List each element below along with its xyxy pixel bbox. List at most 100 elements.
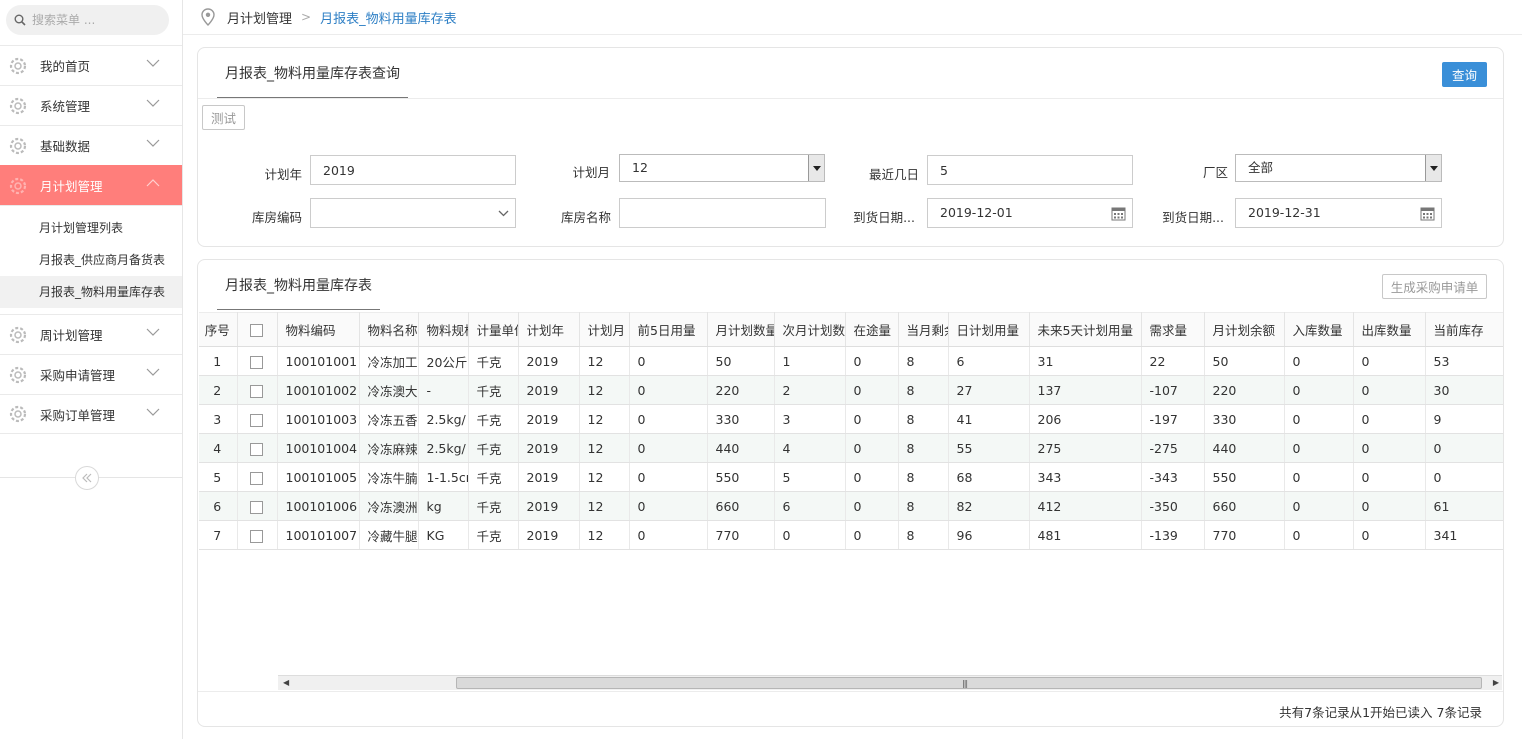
select-all-checkbox[interactable] — [250, 324, 263, 337]
sidebar-subitem-supplier-monthly-stock[interactable]: 月报表_供应商月备货表 — [0, 244, 182, 276]
calendar-icon — [1420, 207, 1435, 221]
column-header[interactable]: 月计划余额 — [1204, 312, 1285, 347]
row-checkbox-cell[interactable] — [237, 375, 278, 405]
table-row[interactable]: 1 100101001 冷冻加工 20公斤 千克 2019 12 0 50 1 0 8 6 31 22 50 0… — [199, 346, 1503, 376]
column-header[interactable]: 入库数量 — [1284, 312, 1354, 347]
row-number-cell: 7 — [199, 520, 238, 550]
column-header[interactable]: 前5日用量 — [629, 312, 708, 347]
menu-search-input[interactable] — [30, 12, 160, 28]
row-checkbox-cell[interactable] — [237, 433, 278, 463]
table-cell: 50 — [1204, 346, 1285, 376]
row-checkbox[interactable] — [250, 471, 263, 485]
tab-grid[interactable]: 月报表_物料用量库存表 — [217, 260, 380, 310]
sidebar-item-weekly-plan[interactable]: 周计划管理 — [0, 314, 182, 354]
row-checkbox[interactable] — [250, 442, 263, 456]
table-cell: 206 — [1029, 404, 1142, 434]
column-header[interactable]: 未来5天计划用量 — [1029, 312, 1142, 347]
sidebar-subitem-material-usage-inventory[interactable]: 月报表_物料用量库存表 — [0, 276, 182, 308]
table-row[interactable]: 4 100101004 冷冻麻辣 2.5kg/千克 2019 12 0 440 4 0 8 55 275… — [199, 433, 1503, 463]
column-header[interactable]: 物料名称 — [359, 312, 419, 347]
table-row[interactable]: 2 100101002 冷冻澳大 - 千克 2019 12 0 220 2 0 8 27 137 -107 2… — [199, 375, 1503, 405]
column-header[interactable]: 物料编码 — [277, 312, 360, 347]
breadcrumb-parent[interactable]: 月计划管理 — [227, 8, 292, 27]
gear-icon — [9, 137, 27, 154]
scroll-right-arrow-icon[interactable]: ▶ — [1493, 678, 1499, 687]
table-cell: 341 — [1425, 520, 1503, 550]
table-cell: 0 — [629, 375, 708, 405]
table-cell: 0 — [1353, 346, 1426, 376]
arrival-date-to-input[interactable]: 2019-12-31 — [1235, 198, 1442, 228]
row-checkbox-cell[interactable] — [237, 491, 278, 521]
column-header[interactable]: 日计划用量 — [948, 312, 1030, 347]
table-cell: 0 — [845, 375, 899, 405]
table-cell: 137 — [1029, 375, 1142, 405]
column-header[interactable]: 计量单位 — [468, 312, 519, 347]
row-checkbox[interactable] — [250, 413, 263, 427]
row-checkbox-cell[interactable] — [237, 520, 278, 550]
sidebar-collapse-button[interactable] — [75, 466, 99, 490]
table-cell: 0 — [1425, 433, 1503, 463]
chevron-down-icon — [498, 210, 509, 217]
sidebar-subitem-monthly-plan-list[interactable]: 月计划管理列表 — [0, 212, 182, 244]
column-header[interactable]: 在途量 — [845, 312, 899, 347]
arrival-date-from-input[interactable]: 2019-12-01 — [927, 198, 1133, 228]
query-button[interactable]: 查询 — [1442, 62, 1487, 87]
horizontal-scrollbar[interactable]: ◀ ||| ▶ — [278, 675, 1502, 690]
column-header[interactable]: 需求量 — [1141, 312, 1205, 347]
column-header[interactable]: 计划月 — [579, 312, 630, 347]
row-checkbox[interactable] — [250, 355, 263, 369]
column-header[interactable]: 当月剩余 — [898, 312, 949, 347]
sidebar-item-label: 基础数据 — [40, 139, 91, 154]
table-cell: 275 — [1029, 433, 1142, 463]
row-checkbox[interactable] — [250, 384, 263, 398]
table-cell: -275 — [1141, 433, 1205, 463]
dropdown-arrow-icon — [1425, 155, 1441, 181]
scrollbar-thumb[interactable]: ||| — [456, 677, 1482, 689]
generate-purchase-request-button[interactable]: 生成采购申请单 — [1382, 274, 1487, 299]
sidebar-item-purchase-request[interactable]: 采购申请管理 — [0, 354, 182, 394]
sidebar-item-monthly-plan[interactable]: 月计划管理 — [0, 165, 182, 205]
column-header[interactable]: 次月计划数量 — [774, 312, 846, 347]
sidebar-item-label: 月计划管理 — [40, 179, 103, 194]
sidebar-item-purchase-order[interactable]: 采购订单管理 — [0, 394, 182, 434]
table-cell: -139 — [1141, 520, 1205, 550]
sidebar-item-basic-data[interactable]: 基础数据 — [0, 125, 182, 165]
column-header[interactable]: 月计划数量 — [707, 312, 775, 347]
table-row[interactable]: 7 100101007 冷藏牛腿 KG 千克 2019 12 0 770 0 0 8 96 481 -139… — [199, 520, 1503, 550]
warehouse-name-input[interactable] — [619, 198, 826, 228]
row-checkbox-cell[interactable] — [237, 404, 278, 434]
table-cell: 9 — [1425, 404, 1503, 434]
table-cell: -343 — [1141, 462, 1205, 492]
table-cell: 100101005 — [277, 462, 360, 492]
sidebar-menu: 我的首页 系统管理 基础数据 月计划管理 月计划管理列表 月报表_供应商月备货表… — [0, 45, 182, 434]
table-cell: 0 — [1353, 462, 1426, 492]
column-header[interactable]: 计划年 — [518, 312, 580, 347]
test-button[interactable]: 测试 — [202, 105, 245, 130]
plan-year-input[interactable] — [310, 155, 516, 185]
scroll-left-arrow-icon[interactable]: ◀ — [283, 678, 289, 687]
table-row[interactable]: 3 100101003 冷冻五香 2.5kg/千克 2019 12 0 330 3 0 8 41 206… — [199, 404, 1503, 434]
data-grid: 序号 物料编码 物料名称 物料规格 计量单位 计划年 计划月 前5日用量 月计划… — [199, 312, 1503, 690]
table-cell: 0 — [1284, 433, 1354, 463]
row-checkbox[interactable] — [250, 500, 263, 514]
table-row[interactable]: 5100101005冷冻牛腩1-1.5cm千克20191205505086834… — [199, 462, 1503, 492]
table-row[interactable]: 6 100101006 冷冻澳洲 kg 千克 2019 12 0 660 6 0 8 82 412 -350… — [199, 491, 1503, 521]
select-all-checkbox-cell[interactable] — [237, 312, 278, 347]
plan-month-select[interactable]: 12 — [619, 154, 825, 182]
table-cell: 220 — [707, 375, 775, 405]
recent-days-input[interactable] — [927, 155, 1133, 185]
factory-select[interactable]: 全部 — [1235, 154, 1442, 182]
warehouse-code-combobox[interactable] — [310, 198, 516, 228]
row-checkbox[interactable] — [250, 529, 263, 543]
column-header[interactable]: 当前库存 — [1425, 312, 1503, 347]
row-checkbox-cell[interactable] — [237, 346, 278, 376]
sidebar-item-system[interactable]: 系统管理 — [0, 85, 182, 125]
column-header[interactable]: 物料规格 — [418, 312, 469, 347]
row-checkbox-cell[interactable] — [237, 462, 278, 492]
menu-search[interactable] — [6, 5, 169, 35]
tab-query[interactable]: 月报表_物料用量库存表查询 — [217, 48, 408, 98]
sidebar-item-home[interactable]: 我的首页 — [0, 45, 182, 85]
location-pin-icon — [201, 8, 215, 26]
table-cell: 0 — [1353, 404, 1426, 434]
column-header[interactable]: 出库数量 — [1353, 312, 1426, 347]
